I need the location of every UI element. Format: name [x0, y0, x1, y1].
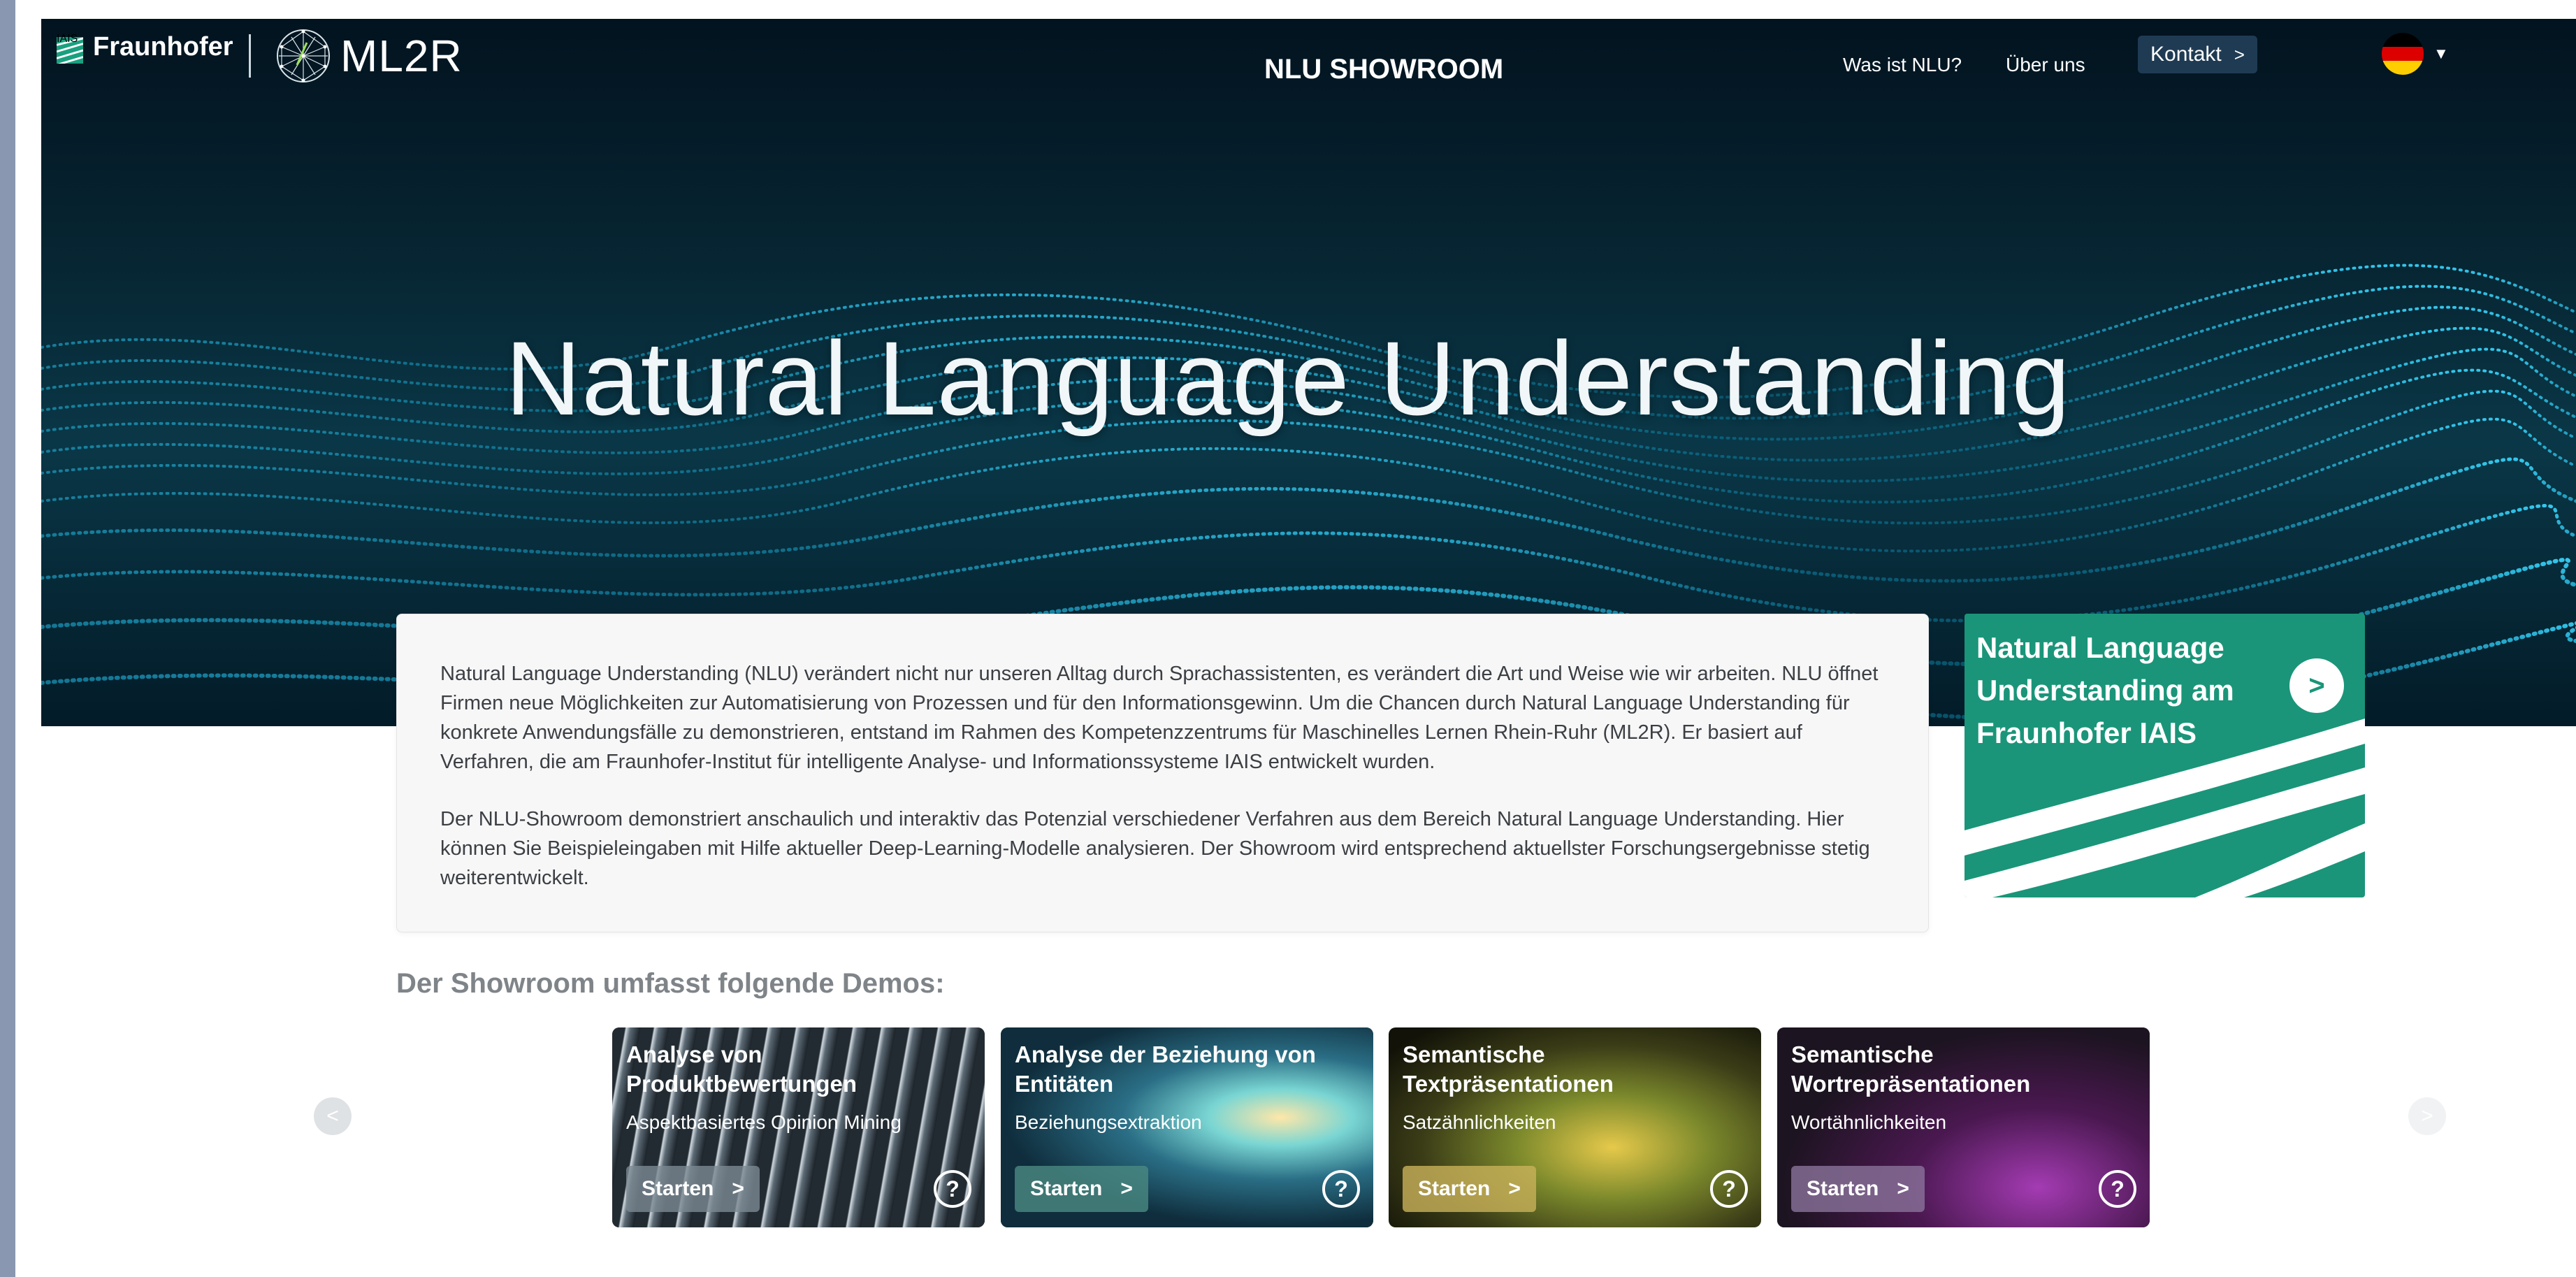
card-title: Semantische Wortrepräsentationen: [1791, 1041, 2031, 1097]
card-subtitle: Wortähnlichkeiten: [1791, 1111, 1947, 1133]
window-edge: [0, 0, 15, 1277]
intro-paragraph-2: Der NLU-Showroom demonstriert anschaulic…: [440, 808, 1870, 889]
chevron-down-icon: ▼: [2433, 45, 2449, 62]
top-navigation: Fraunhofer IAIS ML2R NLU SHOWROOM Was is…: [41, 19, 2576, 89]
chevron-left-icon: <: [326, 1104, 339, 1127]
fraunhofer-name: Fraunhofer: [93, 32, 233, 62]
hero-title: Natural Language Understanding: [505, 319, 2071, 437]
chevron-right-icon: >: [1120, 1177, 1133, 1200]
ml2r-globe-icon: [277, 29, 330, 82]
chevron-right-icon: >: [1897, 1177, 1909, 1200]
carousel-prev-button[interactable]: <: [314, 1097, 352, 1135]
demo-card-product-reviews[interactable]: Analyse von Produktbewertungen Aspektbas…: [612, 1027, 985, 1227]
card-subtitle: Satzähnlichkeiten: [1403, 1111, 1556, 1133]
start-label: Starten: [1418, 1177, 1491, 1200]
chevron-right-icon: >: [1508, 1177, 1521, 1200]
intro-paragraph-1: Natural Language Understanding (NLU) ver…: [440, 663, 1879, 773]
window-top-edge: [15, 0, 2576, 19]
ml2r-name: ML2R: [340, 31, 463, 81]
start-label: Starten: [642, 1177, 714, 1200]
chevron-right-icon: >: [732, 1177, 744, 1200]
logo-divider: [249, 34, 251, 78]
nav-link-what-is-nlu[interactable]: Was ist NLU?: [1843, 54, 1962, 76]
help-icon[interactable]: ?: [1710, 1170, 1748, 1208]
card-title: Analyse der Beziehung von Entitäten: [1015, 1041, 1316, 1097]
start-button[interactable]: Starten >: [1403, 1166, 1536, 1212]
demos-heading: Der Showroom umfasst folgende Demos:: [396, 968, 945, 999]
help-icon[interactable]: ?: [1322, 1170, 1360, 1208]
nlu-fraunhofer-promo-tile[interactable]: Natural Language Understanding am Fraunh…: [1964, 614, 2365, 897]
start-label: Starten: [1807, 1177, 1879, 1200]
help-icon[interactable]: ?: [934, 1170, 971, 1208]
start-button[interactable]: Starten >: [1015, 1166, 1148, 1212]
chevron-right-icon: >: [2234, 43, 2245, 65]
promo-tile-label: Natural Language Understanding am Fraunh…: [1976, 631, 2234, 749]
demo-card-word-representations[interactable]: Semantische Wortrepräsentationen Wortähn…: [1777, 1027, 2150, 1227]
start-label: Starten: [1030, 1177, 1103, 1200]
card-title: Semantische Textpräsentationen: [1403, 1041, 1614, 1097]
site-title[interactable]: NLU SHOWROOM: [1264, 54, 1503, 85]
ml2r-logo[interactable]: ML2R: [275, 27, 463, 85]
start-button[interactable]: Starten >: [1791, 1166, 1925, 1212]
fraunhofer-logo[interactable]: Fraunhofer: [57, 32, 233, 89]
language-selector[interactable]: ▼: [2382, 33, 2449, 75]
start-button[interactable]: Starten >: [626, 1166, 760, 1212]
flag-germany-icon: [2382, 33, 2424, 75]
card-subtitle: Beziehungsextraktion: [1015, 1111, 1202, 1133]
fraunhofer-institute-label: IAIS: [57, 33, 78, 45]
carousel-next-button[interactable]: >: [2408, 1097, 2446, 1135]
contact-button[interactable]: Kontakt >: [2138, 36, 2257, 73]
contact-label: Kontakt: [2150, 43, 2222, 66]
demo-card-text-representations[interactable]: Semantische Textpräsentationen Satzähnli…: [1389, 1027, 1761, 1227]
chevron-right-icon[interactable]: >: [2289, 658, 2344, 713]
chevron-right-icon: >: [2421, 1104, 2433, 1127]
help-icon[interactable]: ?: [2099, 1170, 2136, 1208]
demo-card-entity-relations[interactable]: Analyse der Beziehung von Entitäten Bezi…: [1001, 1027, 1373, 1227]
card-subtitle: Aspektbasiertes Opinion Mining: [626, 1111, 902, 1133]
nav-link-about-us[interactable]: Über uns: [2006, 54, 2085, 76]
card-title: Analyse von Produktbewertungen: [626, 1041, 858, 1097]
intro-card: Natural Language Understanding (NLU) ver…: [396, 614, 1929, 932]
